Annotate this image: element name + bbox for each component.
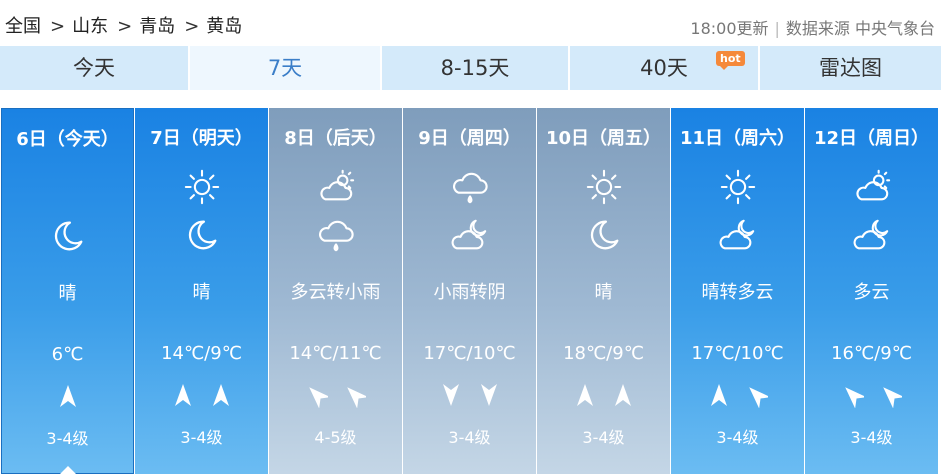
day-card[interactable]: 11日（周六） 晴转多云 17℃/10℃ 3-4级 bbox=[671, 108, 804, 474]
tab-label: 7天 bbox=[267, 56, 303, 80]
top-bar: 全国 > 山东 > 青岛 > 黄岛 18:00更新 | 数据来源 中央气象台 bbox=[0, 0, 941, 46]
wind-level: 4-5级 bbox=[314, 428, 357, 447]
breadcrumb-link[interactable]: 山东 bbox=[72, 16, 108, 37]
cloud-moon-icon bbox=[451, 216, 489, 254]
day-card[interactable]: 12日（周日） 多云 16℃/9℃ 3-4级 bbox=[805, 108, 938, 474]
sun-icon bbox=[585, 168, 623, 206]
weather-text: 晴 bbox=[192, 282, 211, 303]
breadcrumb-separator: > bbox=[50, 16, 66, 37]
light-rain-icon bbox=[317, 216, 355, 254]
weather-text: 晴 bbox=[58, 283, 77, 304]
breadcrumb-link[interactable]: 全国 bbox=[5, 16, 41, 37]
divider: | bbox=[774, 19, 780, 38]
tab-label: 40天 bbox=[640, 56, 688, 80]
selected-caret bbox=[60, 466, 76, 474]
source-label: 数据来源 中央气象台 bbox=[785, 19, 935, 38]
breadcrumb-separator: > bbox=[184, 16, 200, 37]
day-card[interactable]: 7日（明天） 晴 14℃/9℃ 3-4级 bbox=[135, 108, 268, 474]
light-rain-icon bbox=[451, 168, 489, 206]
wind-directions bbox=[537, 382, 670, 410]
wind-level: 3-4级 bbox=[46, 429, 89, 448]
forecast-tabs: 今天 7天 8-15天 40天 hot 雷达图 bbox=[0, 46, 941, 90]
moon-icon bbox=[585, 216, 623, 254]
north-icon bbox=[700, 384, 738, 412]
sun-icon bbox=[719, 168, 757, 206]
day-date: 8日（后天） bbox=[284, 128, 387, 149]
wind-directions bbox=[805, 382, 938, 410]
tab-today[interactable]: 今天 bbox=[0, 46, 190, 90]
northwest-icon bbox=[336, 387, 374, 412]
north-icon bbox=[164, 384, 202, 412]
weather-text: 多云转小雨 bbox=[290, 282, 381, 303]
south-icon bbox=[470, 384, 508, 412]
tab-7-days[interactable]: 7天 bbox=[190, 46, 382, 90]
day-card[interactable]: 8日（后天） 多云转小雨 14℃/11℃ 4-5级 bbox=[269, 108, 402, 474]
weather-text: 多云 bbox=[853, 282, 890, 303]
temperature: 18℃/9℃ bbox=[563, 343, 644, 364]
update-time: 18:00更新 bbox=[690, 19, 769, 38]
tab-40-days[interactable]: 40天 hot bbox=[570, 46, 760, 90]
forecast-days: 6日（今天） 晴 6℃ 3-4级 7日（明天） 晴 14℃/9℃ 3-4级 8日（后天） 多云转小… bbox=[0, 108, 941, 474]
cloud-sun-icon bbox=[853, 168, 891, 206]
wind-directions bbox=[403, 382, 536, 410]
wind-directions bbox=[671, 382, 804, 410]
wind-directions bbox=[2, 383, 133, 411]
wind-directions bbox=[135, 382, 268, 410]
day-date: 9日（周四） bbox=[418, 128, 521, 149]
breadcrumb-separator: > bbox=[117, 16, 133, 37]
hot-badge: hot bbox=[716, 51, 745, 70]
wind-level: 3-4级 bbox=[180, 428, 223, 447]
cloud-moon-icon bbox=[853, 216, 891, 254]
northwest-icon bbox=[872, 387, 910, 412]
day-card[interactable]: 9日（周四） 小雨转阴 17℃/10℃ 3-4级 bbox=[403, 108, 536, 474]
temperature: 17℃/10℃ bbox=[691, 343, 784, 364]
tab-label: 今天 bbox=[73, 56, 115, 80]
day-date: 11日（周六） bbox=[679, 128, 796, 149]
northwest-icon bbox=[298, 387, 336, 412]
temperature: 14℃/9℃ bbox=[161, 343, 242, 364]
wind-level: 3-4级 bbox=[716, 428, 759, 447]
day-card[interactable]: 6日（今天） 晴 6℃ 3-4级 bbox=[1, 108, 134, 474]
north-icon bbox=[202, 384, 240, 412]
tab-radar[interactable]: 雷达图 bbox=[760, 46, 941, 90]
day-card[interactable]: 10日（周五） 晴 18℃/9℃ 3-4级 bbox=[537, 108, 670, 474]
data-source: 18:00更新 | 数据来源 中央气象台 bbox=[690, 15, 935, 39]
day-date: 7日（明天） bbox=[150, 128, 253, 149]
temperature: 14℃/11℃ bbox=[289, 343, 382, 364]
moon-icon bbox=[49, 217, 87, 255]
day-date: 6日（今天） bbox=[16, 129, 119, 150]
moon-icon bbox=[183, 216, 221, 254]
north-icon bbox=[604, 384, 642, 412]
south-icon bbox=[432, 384, 470, 412]
breadcrumb-link[interactable]: 青岛 bbox=[139, 16, 175, 37]
breadcrumb-current: 黄岛 bbox=[206, 16, 243, 37]
weather-text: 小雨转阴 bbox=[433, 282, 506, 303]
tab-label: 8-15天 bbox=[440, 56, 510, 80]
weather-text: 晴转多云 bbox=[701, 282, 774, 303]
temperature: 6℃ bbox=[51, 344, 84, 365]
cloud-sun-icon bbox=[317, 168, 355, 206]
tab-label: 雷达图 bbox=[819, 56, 882, 80]
temperature: 17℃/10℃ bbox=[423, 343, 516, 364]
north-icon bbox=[566, 384, 604, 412]
day-date: 10日（周五） bbox=[545, 128, 662, 149]
wind-directions bbox=[269, 382, 402, 410]
wind-level: 3-4级 bbox=[850, 428, 893, 447]
cloud-moon-icon bbox=[719, 216, 757, 254]
tab-8-15-days[interactable]: 8-15天 bbox=[382, 46, 570, 90]
sun-icon bbox=[183, 168, 221, 206]
northwest-icon bbox=[738, 387, 776, 412]
breadcrumb: 全国 > 山东 > 青岛 > 黄岛 bbox=[5, 12, 244, 38]
temperature: 16℃/9℃ bbox=[831, 343, 912, 364]
weather-text: 晴 bbox=[594, 282, 613, 303]
day-date: 12日（周日） bbox=[813, 128, 930, 149]
wind-level: 3-4级 bbox=[582, 428, 625, 447]
north-icon bbox=[49, 385, 87, 413]
northwest-icon bbox=[834, 387, 872, 412]
wind-level: 3-4级 bbox=[448, 428, 491, 447]
